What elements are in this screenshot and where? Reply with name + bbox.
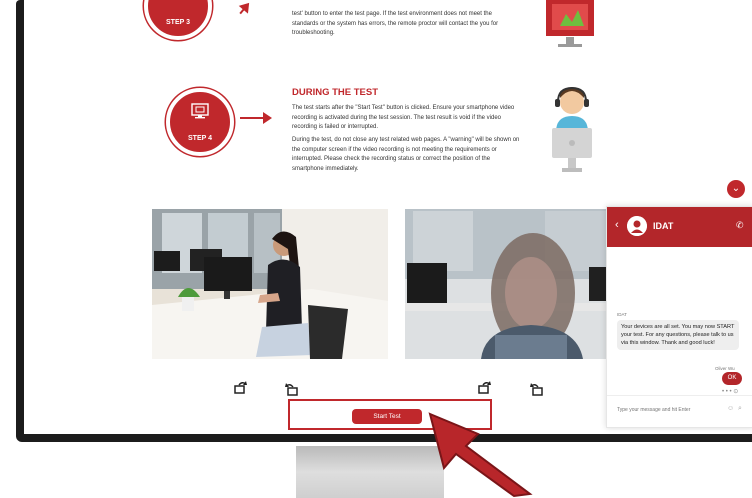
step-3-badge: STEP 3: [144, 0, 212, 40]
chat-message-input[interactable]: [615, 406, 719, 414]
chat-widget: ‹ IDAT ✆ IDAT Your devices are all set. …: [606, 206, 752, 428]
step-3-text: test' button to enter the test page. If …: [292, 10, 582, 39]
monitor-icon: [546, 0, 594, 47]
chat-header: ‹ IDAT ✆: [607, 207, 752, 247]
step-3-line: standards or the system has errors, the …: [292, 20, 499, 27]
chat-message: Your devices are all set. You may now ST…: [617, 320, 739, 350]
step-3-arrow: [239, 3, 249, 15]
emoji-icon[interactable]: ☺: [727, 405, 734, 412]
step-4-badge: STEP 4: [166, 88, 234, 156]
message-sender: IDAT: [617, 312, 627, 317]
step-3-line: troubleshooting.: [292, 30, 335, 36]
rotate-right-icon[interactable]: [478, 380, 492, 394]
phone-icon[interactable]: ✆: [736, 220, 744, 231]
message-status: • • • ⊙: [722, 389, 739, 395]
step-3-line: test' button to enter the test page. If …: [292, 11, 492, 17]
step-4-label: STEP 4: [188, 135, 212, 142]
cursor-arrow-icon: [428, 412, 533, 498]
chevron-down-icon[interactable]: ⌄: [727, 180, 745, 198]
rotate-right-icon[interactable]: [234, 380, 248, 394]
avatar: [627, 216, 647, 236]
side-view-photo: [152, 209, 388, 359]
back-icon[interactable]: ‹: [615, 219, 619, 231]
camera-icon: [191, 103, 209, 119]
step-4-title: DURING THE TEST: [292, 87, 379, 98]
reply-author: Oliver Wu: [715, 366, 735, 371]
user-reply-bubble: OK: [722, 372, 742, 385]
attach-icon[interactable]: ⌕: [738, 405, 742, 413]
rotate-left-icon[interactable]: [529, 382, 543, 396]
step-3-label: STEP 3: [166, 19, 190, 26]
rotate-left-icon[interactable]: [284, 382, 298, 396]
chat-input-area[interactable]: ☺ ⌕: [607, 395, 752, 427]
proctor-illustration: [552, 86, 592, 172]
step-4-arrow: [240, 112, 272, 124]
front-view-photo: [405, 209, 635, 359]
test-page-screen: STEP 3 test' button to enter the test pa…: [24, 0, 752, 434]
start-test-button[interactable]: Start Test: [352, 409, 422, 424]
monitor-stand: [296, 446, 444, 498]
chat-title: IDAT: [653, 221, 674, 231]
